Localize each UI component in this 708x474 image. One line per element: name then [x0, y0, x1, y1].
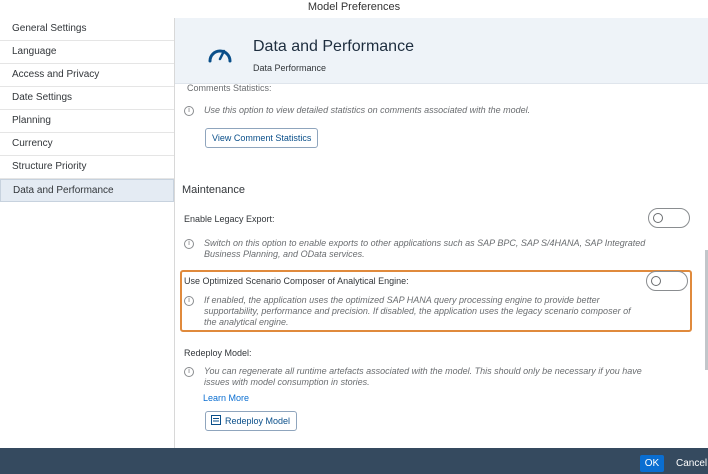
info-icon: i [184, 296, 194, 306]
page-header: Data and Performance Data Performance [175, 18, 708, 84]
redeploy-model-button[interactable]: Redeploy Model [205, 411, 298, 431]
dialog-footer [0, 448, 708, 474]
sidebar-item-structure-priority[interactable]: Structure Priority [0, 156, 174, 179]
learn-more-link[interactable]: Learn More [203, 393, 249, 403]
optimized-composer-label: Use Optimized Scenario Composer of Analy… [184, 276, 409, 286]
gauge-icon [208, 49, 232, 63]
page-subtitle: Data Performance [253, 63, 327, 73]
redeploy-model-label: Redeploy Model [225, 416, 291, 426]
legacy-export-info: i Switch on this option to enable export… [184, 238, 645, 260]
legacy-export-info-text: Switch on this option to enable exports … [204, 238, 646, 259]
optimized-composer-info: i If enabled, the application uses the o… [184, 295, 631, 328]
optimized-composer-toggle[interactable] [646, 271, 688, 291]
info-icon: i [184, 239, 194, 249]
page-title: Data and Performance [253, 38, 414, 55]
sidebar-item-language[interactable]: Language [0, 41, 174, 64]
optimized-composer-info-text: If enabled, the application uses the opt… [204, 295, 631, 327]
legacy-export-label: Enable Legacy Export: [184, 214, 275, 224]
comments-statistics-label: Comments Statistics: [187, 83, 272, 93]
maintenance-title: Maintenance [182, 184, 245, 196]
view-comment-statistics-button[interactable]: View Comment Statistics [205, 128, 319, 148]
sidebar-item-data-and-performance[interactable]: Data and Performance [0, 179, 174, 202]
window-title: Model Preferences [0, 0, 708, 18]
sidebar-item-general-settings[interactable]: General Settings [0, 18, 174, 41]
sidebar: General Settings Language Access and Pri… [0, 18, 174, 448]
sidebar-item-currency[interactable]: Currency [0, 133, 174, 156]
redeploy-label: Redeploy Model: [184, 348, 252, 358]
sidebar-item-planning[interactable]: Planning [0, 110, 174, 133]
ok-button[interactable]: OK [640, 455, 664, 472]
settings-content: Data and Performance Data Performance Co… [175, 18, 708, 448]
redeploy-info: i You can regenerate all runtime artefac… [184, 366, 642, 388]
toggle-knob [651, 276, 661, 286]
info-icon: i [184, 367, 194, 377]
comments-info: i Use this option to view detailed stati… [184, 105, 530, 116]
comments-info-text: Use this option to view detailed statist… [204, 105, 531, 115]
info-icon: i [184, 106, 194, 116]
legacy-export-toggle[interactable] [648, 208, 690, 228]
redeploy-icon [211, 415, 221, 425]
sidebar-item-date-settings[interactable]: Date Settings [0, 87, 174, 110]
toggle-knob [653, 213, 663, 223]
sidebar-item-access-and-privacy[interactable]: Access and Privacy [0, 64, 174, 87]
cancel-button[interactable]: Cancel [676, 455, 707, 472]
redeploy-info-text: You can regenerate all runtime artefacts… [204, 366, 642, 387]
